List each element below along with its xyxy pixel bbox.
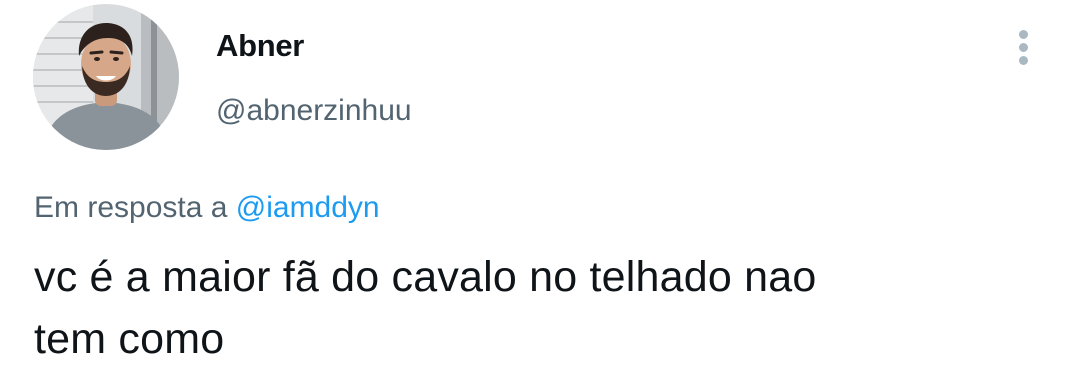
reply-context-prefix: Em resposta a bbox=[34, 191, 228, 224]
author-display-name[interactable]: Abner bbox=[216, 28, 304, 64]
reply-mention-link[interactable]: @iamddyn bbox=[236, 191, 380, 224]
avatar[interactable] bbox=[33, 4, 179, 150]
tweet-card: Abner @abnerzinhuu Em resposta a @iamddy… bbox=[0, 0, 1080, 363]
author-handle[interactable]: @abnerzinhuu bbox=[216, 94, 412, 128]
more-options-button[interactable] bbox=[1006, 24, 1042, 70]
more-vertical-icon bbox=[1019, 30, 1028, 39]
tweet-text: vc é a maior fã do cavalo no telhado nao… bbox=[34, 246, 1034, 370]
tweet-text-line: vc é a maior fã do cavalo no telhado nao bbox=[34, 253, 817, 301]
tweet-text-line: tem como bbox=[34, 315, 225, 363]
more-vertical-icon-dot bbox=[1019, 43, 1028, 52]
profile-photo bbox=[33, 4, 179, 150]
reply-context: Em resposta a @iamddyn bbox=[34, 191, 380, 225]
more-vertical-icon-dot bbox=[1019, 56, 1028, 65]
